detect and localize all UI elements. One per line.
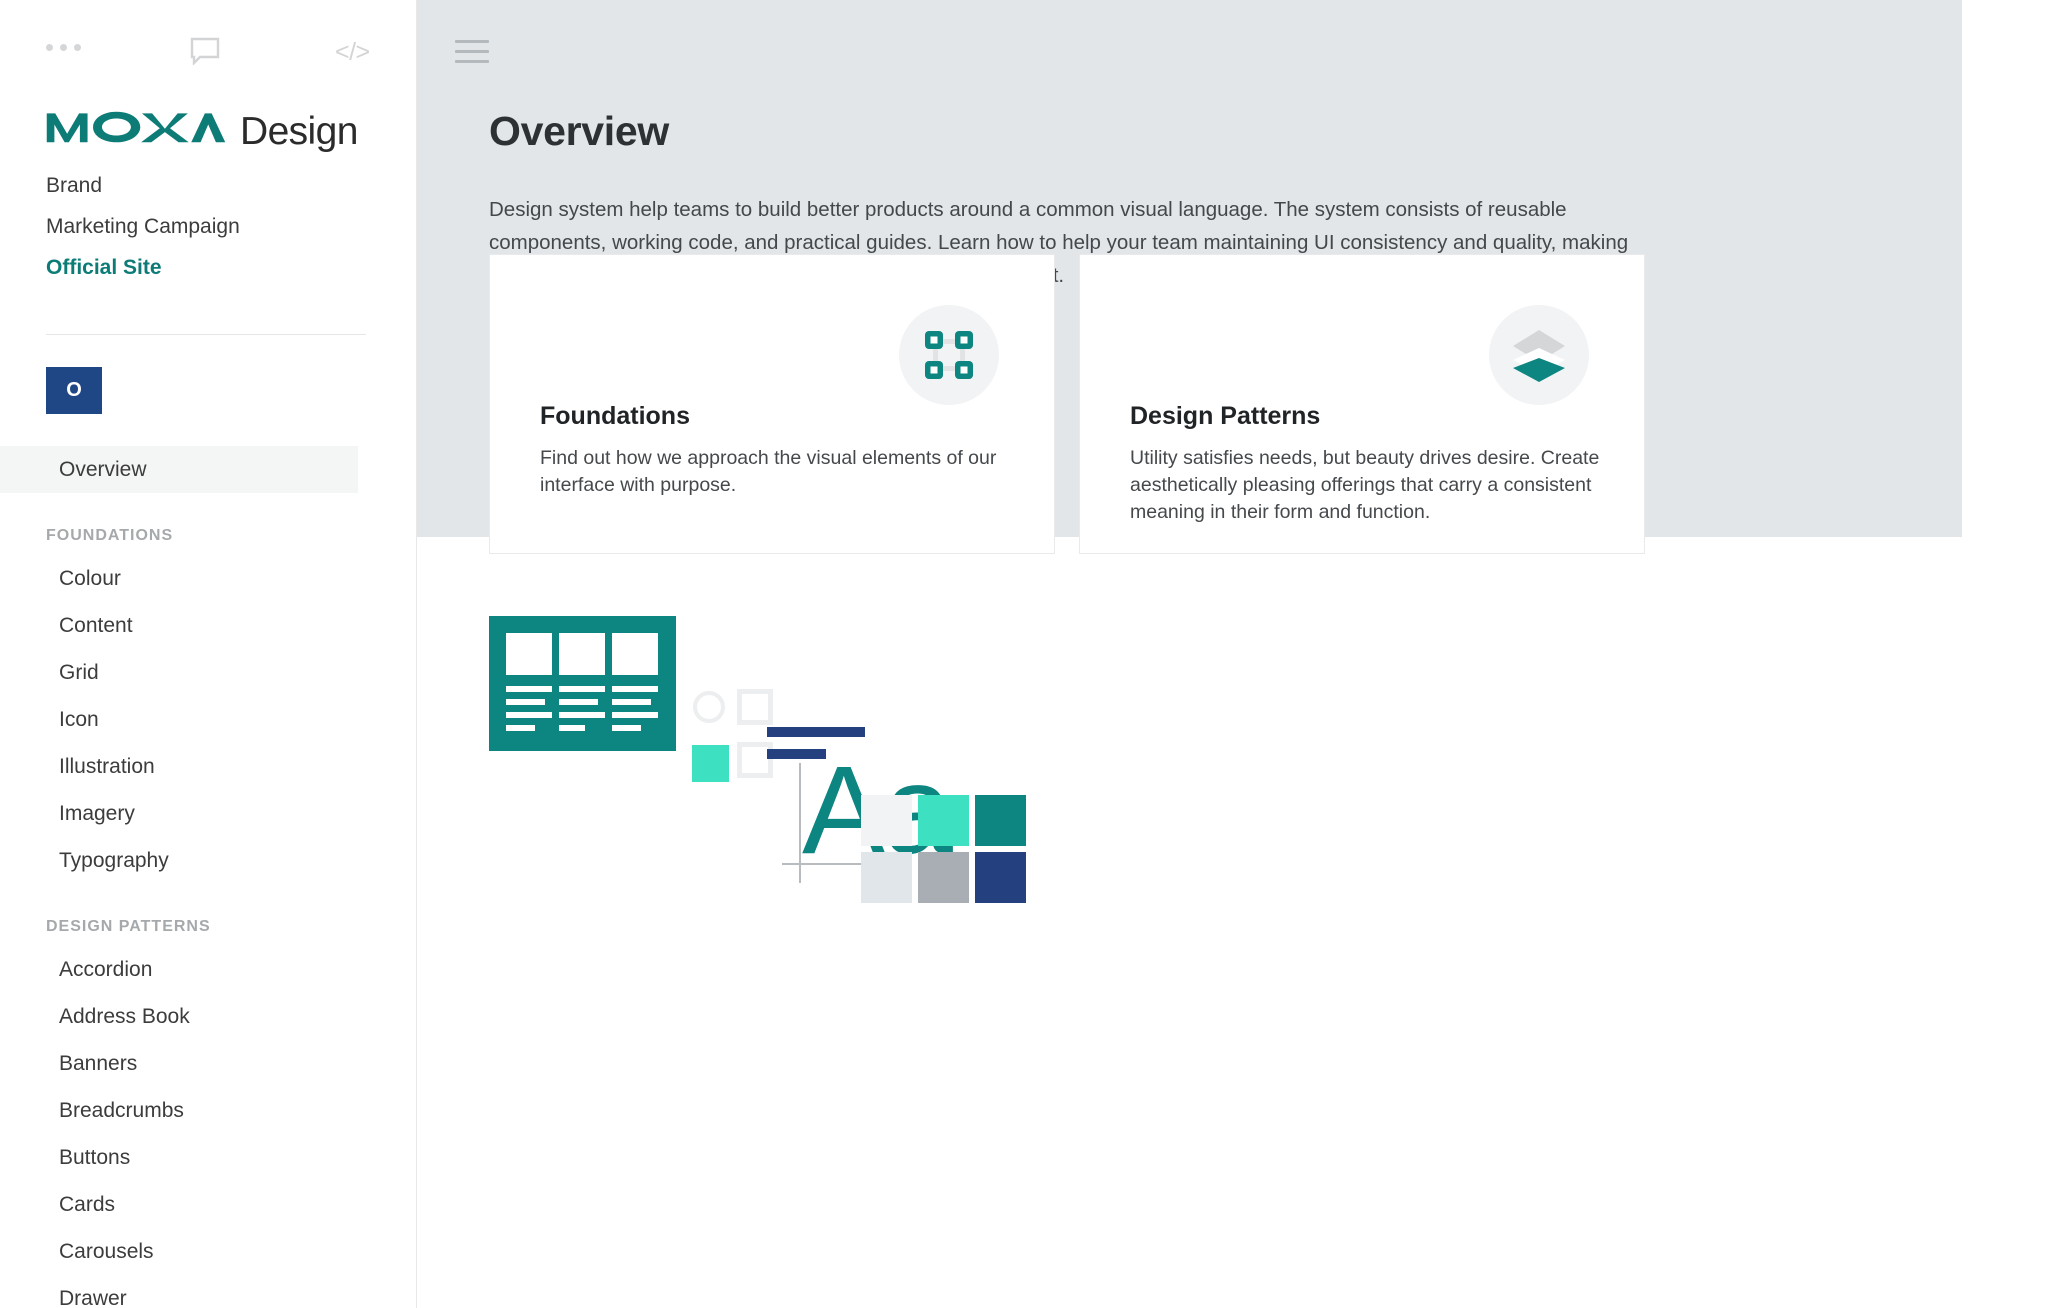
layout-grid-illustration-icon [489,616,676,751]
card-title-foundations: Foundations [540,402,690,430]
overview-illustration: Aa [417,598,2062,928]
swatch-navy [975,852,1026,903]
card-title-design-patterns: Design Patterns [1130,402,1321,430]
swatch-white [861,795,912,846]
sidebar-item-carousels[interactable]: Carousels [0,1228,416,1275]
sidebar-item-icon[interactable]: Icon [0,696,416,743]
sidebar-item-buttons[interactable]: Buttons [0,1134,416,1181]
swatch-teal [975,795,1026,846]
brand-logo: Design [46,110,358,151]
section-badge[interactable]: O [46,367,102,414]
sidebar-item-cards[interactable]: Cards [0,1181,416,1228]
top-links: Brand Marketing Campaign Official Site [46,175,376,298]
sidebar-item-colour[interactable]: Colour [0,555,416,602]
brand-suffix: Design [240,110,358,153]
sidebar-item-drawer[interactable]: Drawer [0,1275,416,1308]
square-outline-shape-icon [737,689,773,725]
sidebar: </> Design Brand Marketing Campaign Offi… [0,0,417,1308]
page-title: Overview [489,108,669,154]
sidebar-item-imagery[interactable]: Imagery [0,790,416,837]
top-link-brand[interactable]: Brand [46,175,376,196]
typography-guide-vertical [799,763,801,883]
sidebar-item-content[interactable]: Content [0,602,416,649]
sidebar-item-overview[interactable]: Overview [0,446,358,493]
top-link-official-site[interactable]: Official Site [46,257,376,278]
more-options-icon[interactable] [46,44,81,51]
navy-bar-long [767,727,865,737]
square-outline-shape-icon-2 [737,742,773,778]
sidebar-divider [46,334,366,335]
colour-swatch-grid [861,795,1026,903]
circle-shape-icon [693,691,725,723]
card-list: Foundations Find out how we approach the… [489,254,1645,554]
swatch-mint [918,795,969,846]
menu-toggle-icon[interactable] [455,40,489,64]
swatch-light-blue-grey [861,852,912,903]
sidebar-item-address-book[interactable]: Address Book [0,993,416,1040]
sidebar-item-typography[interactable]: Typography [0,837,416,884]
sidebar-item-illustration[interactable]: Illustration [0,743,416,790]
sidebar-item-grid[interactable]: Grid [0,649,416,696]
card-text-foundations: Find out how we approach the visual elem… [540,447,997,496]
code-icon[interactable]: </> [335,38,370,67]
layers-icon [1489,305,1589,405]
moxa-wordmark-icon [46,111,226,143]
sidebar-item-banners[interactable]: Banners [0,1040,416,1087]
card-foundations[interactable]: Foundations Find out how we approach the… [489,254,1055,554]
top-link-marketing-campaign[interactable]: Marketing Campaign [46,216,376,237]
sidebar-nav: Overview FOUNDATIONS Colour Content Grid… [0,446,416,1308]
mint-square-shape-icon [692,745,729,782]
card-design-patterns[interactable]: Design Patterns Utility satisfies needs,… [1079,254,1645,554]
sidebar-item-breadcrumbs[interactable]: Breadcrumbs [0,1087,416,1134]
app-root: </> Design Brand Marketing Campaign Offi… [0,0,2062,1308]
swatch-grey [918,852,969,903]
comment-icon[interactable] [190,37,220,65]
sidebar-group-foundations: FOUNDATIONS [46,527,174,544]
sidebar-group-design-patterns: DESIGN PATTERNS [46,918,211,935]
artboard-nodes-icon [899,305,999,405]
sidebar-toolbar: </> [0,0,416,78]
sidebar-item-accordion[interactable]: Accordion [0,946,416,993]
main-content: Overview Design system help teams to bui… [417,0,2062,1308]
card-text-design-patterns: Utility satisfies needs, but beauty driv… [1130,447,1600,523]
